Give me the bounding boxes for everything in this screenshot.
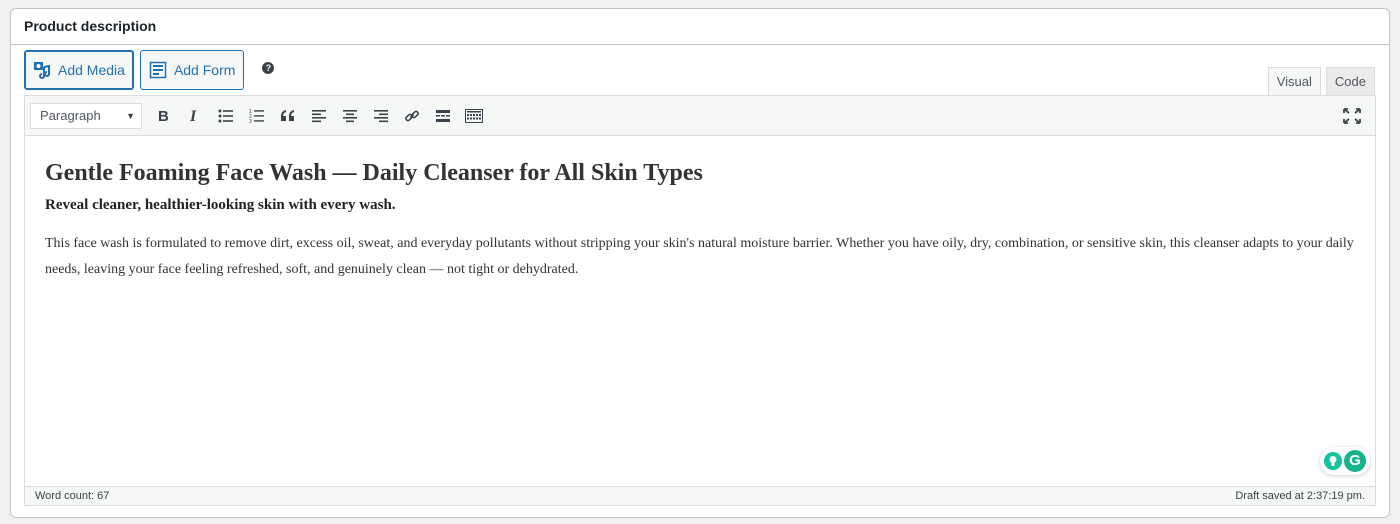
product-tagline: Reveal cleaner, healthier-looking skin w… <box>45 197 396 213</box>
svg-text:3: 3 <box>249 119 252 123</box>
add-form-button[interactable]: Add Form <box>139 50 245 90</box>
add-media-button[interactable]: Add Media <box>24 50 134 90</box>
add-media-label: Add Media <box>58 62 125 78</box>
svg-text:I: I <box>189 108 197 124</box>
tab-code[interactable]: Code <box>1325 67 1375 95</box>
link-icon[interactable] <box>396 102 427 130</box>
toolbar-toggle-icon[interactable] <box>458 102 489 130</box>
editor-tabs: Visual Code <box>1263 67 1375 96</box>
help-icon[interactable]: ? <box>262 62 275 74</box>
media-buttons: Add Media Add Form ? <box>24 50 275 90</box>
svg-text:B: B <box>158 108 169 124</box>
grammarly-icon[interactable]: G <box>1344 450 1366 472</box>
form-icon <box>149 61 167 79</box>
grammarly-widget[interactable]: G <box>1320 447 1370 475</box>
italic-icon[interactable]: I <box>179 102 210 130</box>
editor: Paragraph ▼ B I 123 Gentle Foaming Face … <box>24 95 1376 506</box>
add-media-icon <box>33 61 51 79</box>
fullscreen-icon[interactable] <box>1336 102 1367 130</box>
product-description-box: Product description Add Media Add Form ?… <box>10 8 1390 518</box>
numbered-list-icon[interactable]: 123 <box>241 102 272 130</box>
editor-content[interactable]: Gentle Foaming Face Wash — Daily Cleanse… <box>25 136 1375 283</box>
read-more-icon[interactable] <box>427 102 458 130</box>
chevron-down-icon: ▼ <box>126 110 135 121</box>
product-paragraph: This face wash is formulated to remove d… <box>45 236 1354 277</box>
editor-toolbar: Paragraph ▼ B I 123 <box>25 96 1375 136</box>
blockquote-icon[interactable] <box>272 102 303 130</box>
lightbulb-icon[interactable] <box>1324 452 1342 470</box>
box-title: Product description <box>11 9 1389 45</box>
bold-icon[interactable]: B <box>148 102 179 130</box>
align-center-icon[interactable] <box>334 102 365 130</box>
align-right-icon[interactable] <box>365 102 396 130</box>
product-heading: Gentle Foaming Face Wash — Daily Cleanse… <box>45 160 703 186</box>
word-count: Word count: 67 <box>35 490 110 502</box>
draft-saved-status: Draft saved at 2:37:19 pm. <box>1235 490 1365 502</box>
editor-statusbar: Word count: 67 Draft saved at 2:37:19 pm… <box>25 486 1375 505</box>
format-select[interactable]: Paragraph ▼ <box>30 102 142 129</box>
tab-visual[interactable]: Visual <box>1267 67 1321 96</box>
format-select-value: Paragraph <box>40 108 101 123</box>
add-form-label: Add Form <box>173 62 236 78</box>
align-left-icon[interactable] <box>303 102 334 130</box>
bulleted-list-icon[interactable] <box>210 102 241 130</box>
